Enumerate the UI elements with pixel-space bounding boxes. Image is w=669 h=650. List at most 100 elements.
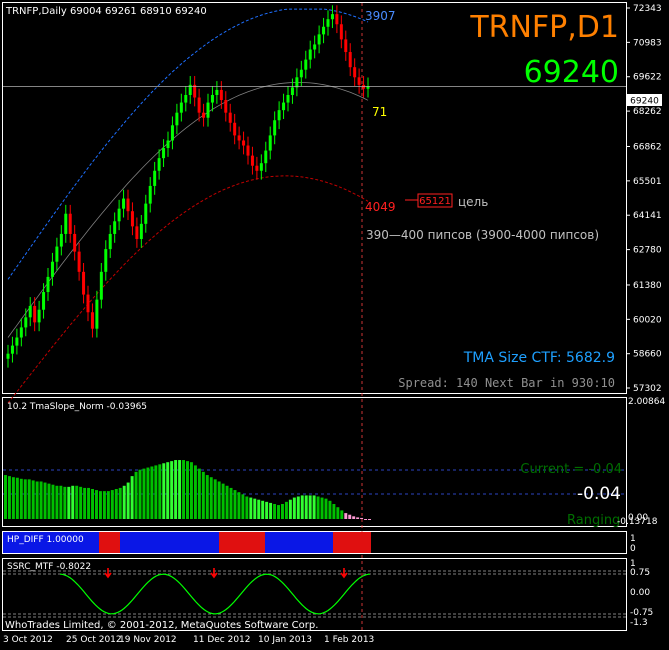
candle-body: [19, 327, 23, 338]
date-label: 19 Nov 2012: [119, 635, 177, 645]
candle-body: [135, 226, 139, 239]
slope-bar: [292, 497, 296, 519]
candle-body: [246, 145, 250, 156]
lower-band-label: 4049: [365, 200, 396, 214]
ssrc-axis-m13: -1.3: [630, 618, 648, 628]
candle-body: [228, 112, 232, 123]
candle-body: [277, 110, 281, 121]
candle-body: [104, 249, 108, 272]
ssrc-axis-0: 0.00: [630, 588, 650, 598]
hp-segment: [120, 532, 219, 553]
slope-axis-max: 2.00864: [628, 397, 665, 407]
candle-body: [224, 100, 228, 113]
slope-bar: [170, 461, 174, 519]
price-tick-label: 65501: [633, 177, 662, 187]
candle-body: [308, 49, 312, 60]
slope-bar: [102, 491, 106, 519]
slope-bar: [130, 476, 134, 519]
price-axis: 72343 70983 69622 68262 66862 65501 64141 62780…: [626, 4, 662, 394]
slope-bar: [158, 464, 162, 519]
candle-body: [73, 233, 77, 252]
lower-band: [7, 175, 369, 404]
slope-bar: [261, 500, 265, 519]
candle-body: [130, 211, 134, 227]
slope-bar: [340, 510, 344, 519]
ssrc-axis-075: 0.75: [630, 568, 650, 578]
hp-axis-0: 0: [630, 544, 636, 554]
candle-body: [335, 14, 339, 25]
slope-bar: [253, 498, 257, 519]
slope-bar: [245, 496, 249, 519]
candle-body: [33, 305, 37, 323]
ssrc-label: SSRC_MTF -0.8022: [7, 562, 91, 572]
slope-bar: [269, 502, 273, 519]
candle-body: [82, 271, 86, 295]
slope-bar: [91, 488, 95, 519]
date-label: 1 Feb 2013: [324, 635, 374, 645]
spread-info: Spread: 140 Next Bar in 930:10: [398, 376, 615, 390]
symbol-title: TRNFP,D1: [469, 10, 619, 45]
slope-bar: [304, 495, 308, 519]
slope-bar: [118, 487, 122, 519]
ssrc-line: [3, 568, 626, 618]
target-word: цель: [458, 195, 488, 209]
candle-body: [108, 233, 112, 250]
slope-bar: [35, 481, 39, 519]
slope-bar: [55, 485, 59, 519]
slope-bar: [257, 499, 261, 519]
candle-body: [290, 87, 294, 95]
chart-header: TRNFP,Daily 69004 69261 68910 69240: [5, 6, 207, 17]
price-tick-label: 60020: [633, 315, 662, 325]
date-label: 11 Dec 2012: [193, 635, 251, 645]
slope-bar: [356, 517, 360, 519]
slope-value: -0.04: [577, 484, 621, 504]
slope-bar: [205, 475, 209, 519]
tma-size: TMA Size CTF: 5682.9: [463, 350, 615, 366]
slope-bar: [332, 503, 336, 519]
candle-body: [219, 89, 223, 101]
price-tick-label: 57302: [633, 384, 662, 394]
slope-bar: [174, 460, 178, 519]
target-value: 65121: [419, 196, 451, 207]
candle-body: [95, 299, 99, 329]
slope-bar: [31, 480, 35, 519]
candle-body: [117, 208, 121, 222]
hp-segment: [333, 532, 371, 553]
candle-body: [330, 14, 334, 20]
price-tick-label: 70983: [633, 38, 662, 48]
candle-body: [322, 26, 326, 35]
candle-body: [344, 39, 348, 53]
date-label: 3 Oct 2012: [3, 635, 53, 645]
candle-body: [179, 102, 183, 113]
candle-body: [144, 203, 148, 224]
trading-chart: 72343 70983 69622 68262 66862 65501 64141 62780…: [2, 2, 665, 645]
slope-bar: [83, 487, 87, 519]
candle-body: [295, 77, 299, 88]
slope-bar: [4, 475, 7, 519]
slope-bar: [193, 465, 197, 519]
slope-bar: [178, 460, 182, 519]
slope-bar: [344, 513, 348, 519]
candle-body: [317, 34, 321, 45]
slope-bar: [308, 495, 312, 519]
slope-bar: [146, 467, 150, 519]
candle-body: [10, 345, 14, 354]
candle-body: [15, 337, 19, 346]
slope-bar: [19, 478, 23, 519]
slope-bar: [150, 466, 154, 519]
slope-bar: [138, 469, 142, 519]
candle-body: [64, 213, 68, 234]
price-tick-label: 72343: [633, 4, 662, 14]
slope-bar: [166, 462, 170, 519]
current-label: 71: [372, 105, 387, 119]
candle-body: [255, 165, 259, 171]
slope-bar: [241, 494, 245, 519]
hp-segment: [219, 532, 265, 553]
slope-bar: [217, 481, 221, 519]
price-tick-label: 69622: [633, 73, 662, 83]
price-tick-label: 68262: [633, 107, 662, 117]
candle-body: [162, 148, 166, 159]
slope-bar: [237, 492, 241, 519]
copyright: WhoTrades Limited, © 2001-2012, MetaQuot…: [5, 620, 318, 631]
slope-bar: [43, 482, 47, 519]
